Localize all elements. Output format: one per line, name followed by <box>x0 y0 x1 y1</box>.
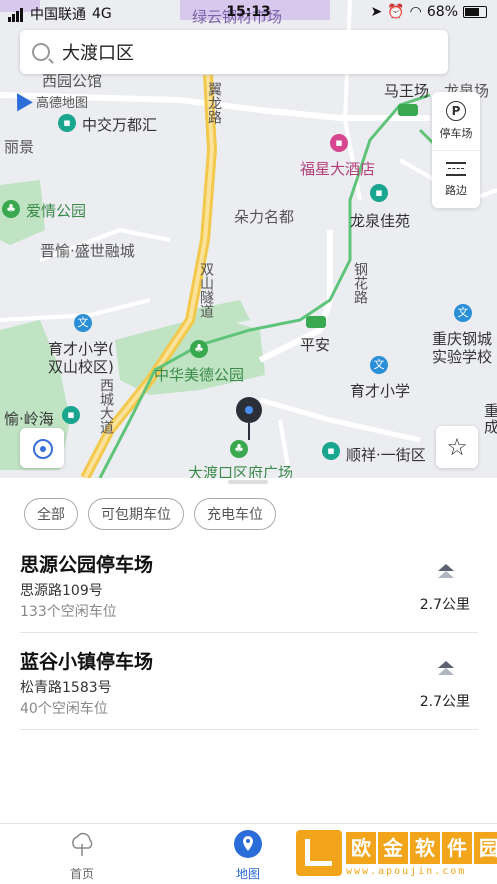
parking-address: 思源路109号 <box>20 583 103 599</box>
roadside-layer-label: 路边 <box>445 184 467 197</box>
building-icon: ▪ <box>58 114 76 132</box>
building-icon: ▪ <box>322 442 340 460</box>
map-label-zhonghua: 中华美德公园 <box>154 366 245 384</box>
parking-name: 蓝谷小镇停车场 <box>20 651 154 673</box>
map-label-zhongjiao: 中交万都汇 <box>82 116 158 134</box>
map-label-lijing: 丽景 <box>4 138 35 156</box>
tab-home-label: 首页 <box>69 867 94 881</box>
map-label-road-yilong: 翼龙路 <box>206 82 222 124</box>
park-icon: ♣ <box>2 200 20 218</box>
filter-chips: 全部 可包期车位 充电车位 <box>24 498 276 530</box>
map-label-duoli: 朵力名都 <box>234 208 295 226</box>
parking-name: 思源公园停车场 <box>20 554 154 576</box>
building-icon: ▪ <box>62 406 80 424</box>
tab-map-label: 地图 <box>235 867 260 881</box>
list-item[interactable]: 思源公园停车场 思源路109号 133个空闲车位 2.7公里 <box>20 536 478 633</box>
parking-icon: P <box>446 101 466 121</box>
hotel-icon: ▪ <box>330 134 348 152</box>
map-label-yucai: 育才小学 <box>350 382 411 400</box>
filter-monthly[interactable]: 可包期车位 <box>88 498 184 530</box>
road-icon <box>446 162 466 176</box>
battery-percent: 68% <box>426 4 458 20</box>
map-label-yucai-school-2: 双山校区) <box>48 358 114 376</box>
list-item[interactable]: 蓝谷小镇停车场 松青路1583号 40个空闲车位 2.7公里 <box>20 633 478 730</box>
map-label-aiqing: 爱情公园 <box>26 202 87 220</box>
watermark-text: 欧金软件园 <box>346 832 497 864</box>
map-label-road-xicheng: 西城大道 <box>98 378 114 434</box>
school-icon: 文 <box>454 304 472 322</box>
map-label-shunxiang: 顺祥·一街区 <box>346 446 426 464</box>
map-label-gaode: 高德地图 <box>36 96 89 111</box>
filter-charging[interactable]: 充电车位 <box>194 498 276 530</box>
headphones-icon: ◠ <box>409 4 422 20</box>
parking-slots: 40个空闲车位 <box>20 701 108 717</box>
map-label-chongqing-school-2: 实验学校 <box>432 348 493 366</box>
map-label-road-ganghua: 钢花路 <box>352 262 368 304</box>
school-icon: 文 <box>370 356 388 374</box>
map-label-mawang: 马王场 <box>384 82 430 100</box>
alarm-icon: ⏰ <box>387 4 405 20</box>
map-label-jinyu: 晋愉·盛世融城 <box>40 242 135 260</box>
map-label-yuling: 愉·岭海 <box>4 410 54 428</box>
parking-slots: 133个空闲车位 <box>20 604 117 620</box>
park-icon: ♣ <box>190 340 208 358</box>
map-label-cheng: 成 <box>484 418 497 436</box>
battery-icon <box>463 6 487 18</box>
locate-button[interactable] <box>20 428 64 468</box>
status-bar: 中国联通 4G 15:13 ➤ ⏰ ◠ 68% <box>0 0 497 26</box>
navigate-icon[interactable] <box>438 564 454 578</box>
metro-station-icon <box>306 316 326 328</box>
watermark-mark-icon <box>296 830 342 876</box>
navigate-icon[interactable] <box>438 661 454 675</box>
sheet-drag-handle[interactable] <box>228 480 268 484</box>
metro-station-icon <box>398 104 418 116</box>
location-pin-icon <box>236 397 262 440</box>
locate-icon <box>33 439 53 459</box>
filter-all[interactable]: 全部 <box>24 498 78 530</box>
tab-home[interactable]: 首页 <box>42 830 122 882</box>
map-marker-icon <box>234 830 262 858</box>
map-label-road-shuangshan: 双山隧道 <box>198 262 214 318</box>
map-label-longquan: 龙泉佳苑 <box>350 212 411 230</box>
parking-layer-label: 停车场 <box>439 127 473 140</box>
parking-distance: 2.7公里 <box>419 694 470 710</box>
parking-address: 松青路1583号 <box>20 680 112 696</box>
map-layer-panel: P 停车场 路边 <box>432 92 480 208</box>
school-icon: 文 <box>74 314 92 332</box>
star-icon: ☆ <box>446 433 468 461</box>
roadside-layer-button[interactable]: 路边 <box>432 150 480 209</box>
map-label-dadukou-square: 大渡口区府广场 <box>188 464 294 478</box>
favorite-button[interactable]: ☆ <box>436 426 478 468</box>
parking-layer-button[interactable]: P 停车场 <box>432 92 480 150</box>
map-label-pingan: 平安 <box>300 336 331 354</box>
location-arrow-icon: ➤ <box>370 4 383 20</box>
watermark-url: www.apoujin.com <box>346 866 467 877</box>
cloud-icon <box>72 832 93 856</box>
watermark-logo: 欧金软件园 www.apoujin.com <box>296 830 497 878</box>
parking-list: 思源公园停车场 思源路109号 133个空闲车位 2.7公里 蓝谷小镇停车场 松… <box>20 536 478 730</box>
tab-map[interactable]: 地图 <box>208 830 288 882</box>
building-icon: ▪ <box>370 184 388 202</box>
search-icon <box>32 43 50 61</box>
search-text[interactable]: 大渡口区 <box>62 39 134 65</box>
parking-distance: 2.7公里 <box>419 597 470 613</box>
park-icon: ♣ <box>230 440 248 458</box>
map-label-fuxing: 福星大酒店 <box>300 160 376 178</box>
search-bar[interactable]: 大渡口区 <box>20 30 448 74</box>
